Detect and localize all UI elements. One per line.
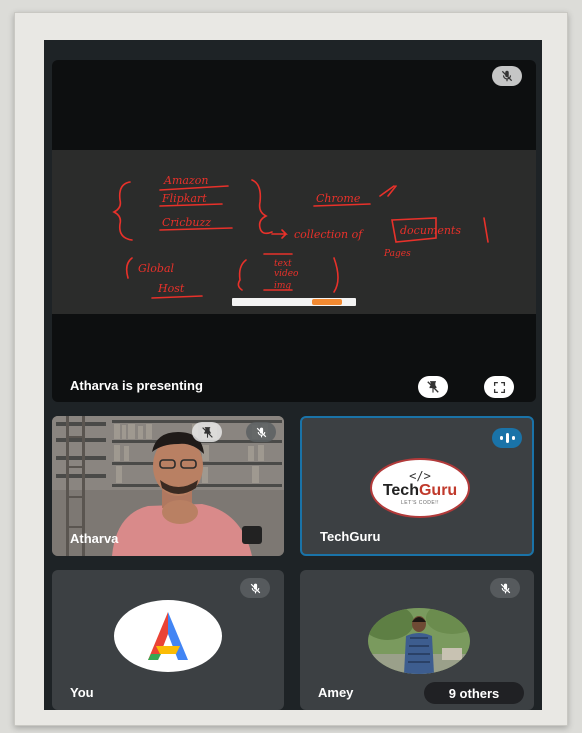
participant-name: TechGuru [320,529,381,544]
avatar-photo [368,608,470,674]
logo-tagline: LET'S CODE!! [400,500,440,506]
fullscreen-button[interactable] [484,376,514,398]
participant-name: You [70,685,94,700]
slide-text-pages: Pages [383,249,411,259]
fullscreen-icon [493,381,505,393]
techguru-logo: </> TechGuru LET'S CODE!! [370,458,470,518]
logo-wordmark: TechGuru [383,482,457,500]
logo-code-symbol: </> [409,469,431,483]
mic-off-icon [490,578,520,598]
slide-text-global: Global [138,262,175,275]
slide-text-media-1: text [274,259,292,269]
participant-name: Amey [318,685,354,700]
avatar-letter-logo: A [114,600,188,660]
slide-text-collection: collection of [294,228,364,241]
slide-caption-bar [232,298,356,306]
slide-text-amazon: Amazon [163,174,208,187]
participant-tile-techguru[interactable]: </> TechGuru LET'S CODE!! TechGuru [300,416,534,556]
caption-highlight [312,299,342,305]
participant-tile-atharva[interactable]: Atharva [52,416,284,556]
slide-text-flipkart: Flipkart [161,192,207,205]
participant-tile-you[interactable]: A You [52,570,284,710]
presentation-tile[interactable]: Amazon Flipkart Cricbuzz Chrome collecti… [52,60,536,402]
unpin-button[interactable] [418,376,448,398]
shared-slide: Amazon Flipkart Cricbuzz Chrome collecti… [52,150,536,314]
pin-off-icon [427,381,439,393]
logo-word-guru: Guru [418,482,458,499]
slide-text-host: Host [157,282,185,295]
others-button[interactable]: 9 others [424,682,524,704]
avatar [368,608,470,674]
presenting-label: Atharva is presenting [70,378,203,393]
slide-ink: Amazon Flipkart Cricbuzz Chrome collecti… [112,174,489,299]
slide-text-cricbuzz: Cricbuzz [162,216,211,229]
participant-name: Atharva [70,531,119,546]
avatar-letter: A [114,600,125,604]
mic-off-icon [492,66,522,86]
pin-off-icon [192,422,222,442]
slide-text-documents: documents [400,224,461,237]
logo-word-tech: Tech [382,482,419,499]
audio-level-icon [492,428,522,448]
participant-tile-amey[interactable]: Amey 9 others [300,570,534,710]
mic-off-icon [246,422,276,442]
slide-text-media-2: video [274,269,299,279]
slide-text-media-3: img [274,281,291,291]
meeting-screen: Amazon Flipkart Cricbuzz Chrome collecti… [44,40,542,710]
mic-off-icon [240,578,270,598]
avatar: A [114,600,222,672]
slide-text-chrome: Chrome [316,192,361,205]
